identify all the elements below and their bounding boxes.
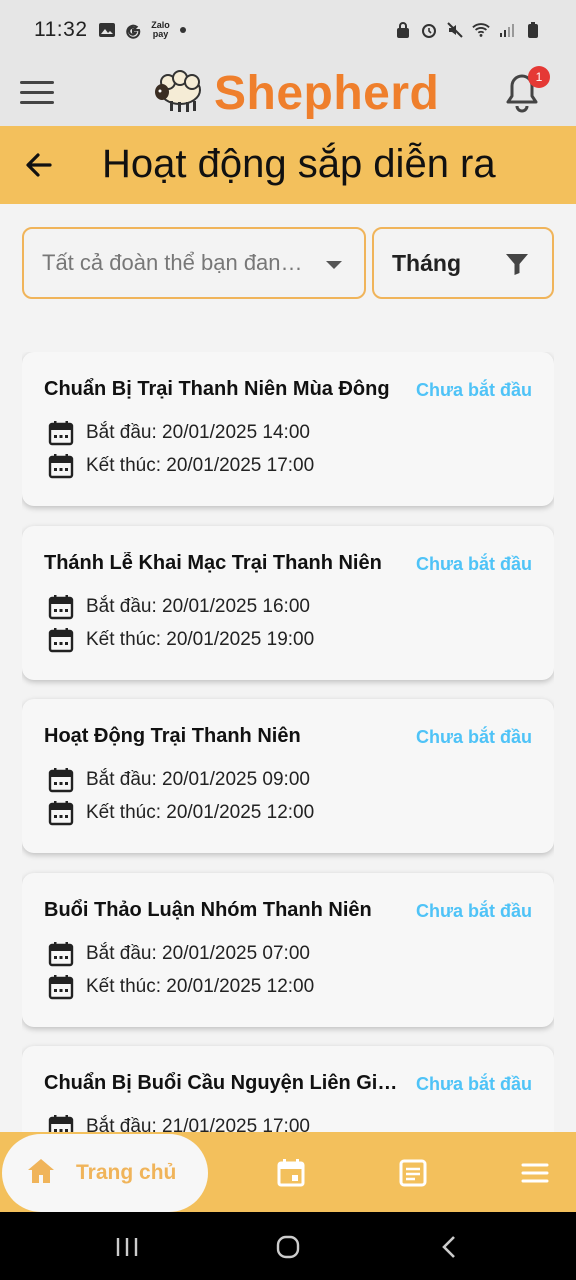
event-title: Chuẩn Bị Trại Thanh Niên Mùa Đông xyxy=(44,378,390,400)
event-status: Chưa bắt đầu xyxy=(415,380,532,400)
event-end-time: Kết thúc: 20/01/2025 12:00 xyxy=(86,802,315,823)
calendar-icon xyxy=(48,767,74,793)
calendar-icon xyxy=(48,453,74,479)
event-end-row: Kết thúc: 20/01/2025 17:00 xyxy=(48,453,314,479)
filter-row: Tất cả đoàn thể bạn đang tham gia Tháng xyxy=(22,227,554,299)
event-status: Chưa bắt đầu xyxy=(415,554,532,574)
event-start-row: Bắt đầu: 20/01/2025 14:00 xyxy=(48,420,310,446)
hamburger-menu-icon[interactable] xyxy=(20,72,60,112)
back-arrow-icon[interactable] xyxy=(22,148,56,182)
event-start-time: Bắt đầu: 20/01/2025 09:00 xyxy=(86,769,310,790)
event-title: Chuẩn Bị Buổi Cầu Nguyện Liên Giới Trẻ xyxy=(44,1072,404,1094)
mute-icon xyxy=(446,21,464,39)
calendar-icon xyxy=(48,1114,74,1132)
period-filter-label: Tháng xyxy=(392,249,461,276)
event-start-time: Bắt đầu: 21/01/2025 17:00 xyxy=(86,1116,310,1132)
calendar-icon xyxy=(48,800,74,826)
bottom-navigation: Trang chủ xyxy=(0,1132,576,1212)
calendar-icon xyxy=(48,420,74,446)
caret-down-icon xyxy=(326,261,342,269)
home-circle-icon[interactable] xyxy=(275,1234,301,1260)
home-icon xyxy=(26,1157,56,1190)
page-header: Hoạt động sắp diễn ra xyxy=(0,126,576,204)
group-select-value: Tất cả đoàn thể bạn đang tham gia xyxy=(42,250,312,275)
gallery-icon xyxy=(98,21,116,39)
system-navigation-bar xyxy=(0,1212,576,1280)
nav-home-button[interactable]: Trang chủ xyxy=(2,1134,208,1212)
event-status: Chưa bắt đầu xyxy=(415,727,532,747)
event-title: Buổi Thảo Luận Nhóm Thanh Niên xyxy=(44,899,372,921)
status-bar: 11:32 Zalo pay xyxy=(0,0,576,60)
event-status: Chưa bắt đầu xyxy=(415,901,532,921)
system-back-icon[interactable] xyxy=(437,1234,463,1260)
event-card[interactable]: Hoạt Động Trại Thanh Niên Chưa bắt đầu B… xyxy=(22,699,554,853)
alarm-icon xyxy=(420,21,438,39)
event-title: Thánh Lễ Khai Mạc Trại Thanh Niên xyxy=(44,552,382,574)
brand-logo: Shepherd xyxy=(152,60,439,126)
zalopay-icon: Zalo pay xyxy=(151,20,170,39)
event-card[interactable]: Buổi Thảo Luận Nhóm Thanh Niên Chưa bắt … xyxy=(22,873,554,1027)
event-end-time: Kết thúc: 20/01/2025 19:00 xyxy=(86,629,315,650)
sheep-logo-icon xyxy=(152,68,206,119)
event-end-row: Kết thúc: 20/01/2025 19:00 xyxy=(48,627,314,653)
page-title: Hoạt động sắp diễn ra xyxy=(102,142,496,186)
app-bar: Shepherd 1 xyxy=(0,60,576,126)
event-list[interactable]: Chuẩn Bị Trại Thanh Niên Mùa Đông Chưa b… xyxy=(22,352,554,1132)
event-start-row: Bắt đầu: 20/01/2025 09:00 xyxy=(48,767,310,793)
event-start-time: Bắt đầu: 20/01/2025 14:00 xyxy=(86,422,310,443)
group-select-dropdown[interactable]: Tất cả đoàn thể bạn đang tham gia xyxy=(22,227,366,299)
event-start-time: Bắt đầu: 20/01/2025 16:00 xyxy=(86,596,310,617)
app-title: Shepherd xyxy=(214,66,440,120)
status-time: 11:32 xyxy=(34,18,88,41)
calendar-icon xyxy=(48,627,74,653)
note-icon[interactable] xyxy=(398,1158,428,1188)
notification-bell-icon[interactable]: 1 xyxy=(502,66,550,114)
battery-icon xyxy=(524,21,542,39)
filter-funnel-icon xyxy=(504,251,530,277)
event-end-time: Kết thúc: 20/01/2025 12:00 xyxy=(86,976,315,997)
wifi-icon xyxy=(472,21,490,39)
event-card[interactable]: Chuẩn Bị Trại Thanh Niên Mùa Đông Chưa b… xyxy=(22,352,554,506)
more-notifications-icon xyxy=(179,27,186,33)
event-start-row: Bắt đầu: 21/01/2025 17:00 xyxy=(48,1114,310,1132)
notification-badge: 1 xyxy=(528,66,550,88)
calendar-icon[interactable] xyxy=(276,1158,306,1188)
event-card[interactable]: Chuẩn Bị Buổi Cầu Nguyện Liên Giới Trẻ C… xyxy=(22,1046,554,1132)
event-title: Hoạt Động Trại Thanh Niên xyxy=(44,725,301,747)
event-status: Chưa bắt đầu xyxy=(415,1074,532,1094)
event-start-row: Bắt đầu: 20/01/2025 07:00 xyxy=(48,941,310,967)
event-end-row: Kết thúc: 20/01/2025 12:00 xyxy=(48,974,314,1000)
calendar-icon xyxy=(48,974,74,1000)
calendar-icon xyxy=(48,594,74,620)
signal-icon xyxy=(498,21,516,39)
event-end-time: Kết thúc: 20/01/2025 17:00 xyxy=(86,455,315,476)
period-filter-button[interactable]: Tháng xyxy=(372,227,554,299)
calendar-icon xyxy=(48,941,74,967)
event-start-row: Bắt đầu: 20/01/2025 16:00 xyxy=(48,594,310,620)
nav-home-label: Trang chủ xyxy=(76,1161,177,1184)
lock-icon xyxy=(394,21,412,39)
event-start-time: Bắt đầu: 20/01/2025 07:00 xyxy=(86,943,310,964)
menu-icon[interactable] xyxy=(520,1158,550,1188)
event-card[interactable]: Thánh Lễ Khai Mạc Trại Thanh Niên Chưa b… xyxy=(22,526,554,680)
event-end-row: Kết thúc: 20/01/2025 12:00 xyxy=(48,800,314,826)
google-icon xyxy=(124,21,142,39)
recent-apps-icon[interactable] xyxy=(114,1234,140,1260)
